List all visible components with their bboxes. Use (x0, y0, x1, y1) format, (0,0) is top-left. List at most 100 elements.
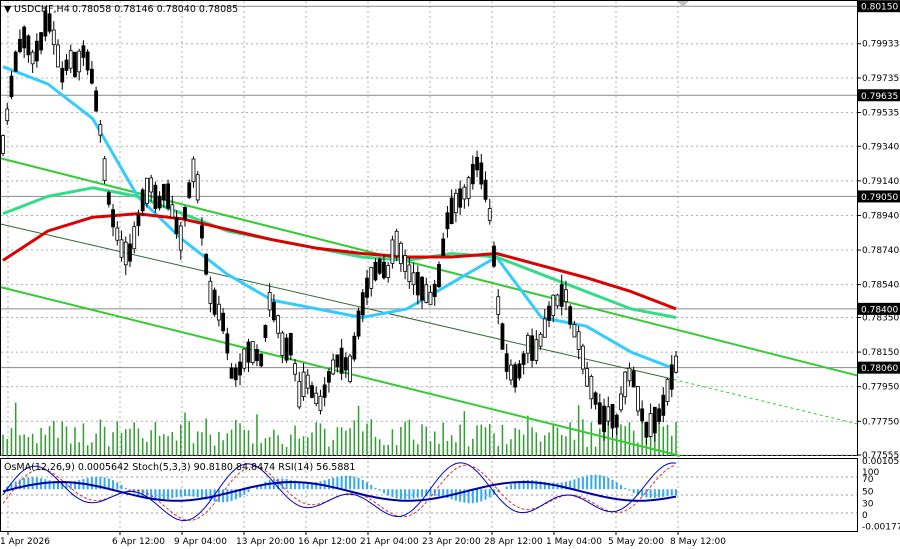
candle-body (102, 158, 107, 181)
osma-bar (116, 482, 119, 490)
candle-body (293, 363, 297, 375)
candle-body (606, 406, 611, 422)
price-level-label: 0.80150 (861, 3, 898, 13)
oscillator-tick-label: 50 (862, 487, 874, 497)
osma-bar (95, 476, 98, 490)
symbol-dropdown-icon[interactable]: ▼ (4, 4, 12, 15)
candle-body (627, 367, 632, 382)
osma-bar (581, 476, 584, 490)
osma-bar (611, 479, 614, 490)
osma-bar (577, 477, 580, 490)
osma-bar (412, 489, 415, 499)
osma-bar (175, 489, 178, 498)
candle-body (310, 385, 314, 398)
osma-bar (366, 482, 369, 490)
candle-body (470, 163, 475, 185)
candle-body (195, 174, 200, 201)
candle-body (242, 348, 247, 369)
osma-bar (404, 489, 407, 500)
candle-body (500, 323, 505, 350)
candle-body (132, 226, 137, 250)
osma-bar (44, 479, 47, 490)
osma-bar (188, 489, 191, 497)
osma-bar (653, 489, 656, 498)
candle-body (475, 156, 479, 171)
candle-body (534, 339, 539, 362)
candle-body (445, 212, 450, 230)
candle-body (30, 51, 35, 65)
osma-bar (285, 479, 288, 490)
candle-body (483, 179, 488, 200)
y-tick-label: 0.79140 (862, 177, 899, 187)
candle-body (623, 371, 628, 398)
candle-body (669, 364, 674, 390)
candle-body (610, 404, 615, 429)
osma-bar (370, 485, 373, 490)
candle-body (267, 292, 272, 311)
osma-bar (179, 489, 182, 497)
osma-bar (598, 475, 601, 490)
candle-body (183, 207, 187, 220)
candle-body (297, 381, 302, 408)
candle-body (466, 177, 471, 200)
osma-bar (675, 489, 677, 496)
osma-bar (408, 489, 411, 499)
candle-body (411, 272, 416, 286)
y-tick-label: 0.78150 (862, 348, 899, 358)
candle-body (89, 68, 94, 84)
candle-body (68, 50, 73, 69)
candle-body (81, 45, 86, 58)
candle-body (208, 280, 213, 304)
candle-body (191, 158, 196, 183)
oscillator-tick-label: 0.00105 (862, 457, 899, 467)
y-tick-label: 0.79340 (862, 142, 899, 152)
candle-body (161, 183, 166, 201)
osma-bar (353, 476, 356, 490)
y-tick-label: 0.78940 (862, 211, 899, 221)
osma-bar (23, 478, 26, 490)
candle-body (246, 341, 251, 363)
osma-bar (167, 489, 170, 500)
osma-bar (459, 489, 462, 502)
candle-body (119, 239, 124, 258)
candle-body (449, 197, 454, 225)
candle-body (157, 195, 162, 209)
candle-body (661, 394, 666, 416)
osma-bar (327, 479, 330, 490)
osma-bar (514, 482, 517, 490)
candle-body (657, 408, 661, 422)
candle-body (174, 217, 179, 235)
candle-body (348, 355, 352, 382)
osma-bar (391, 489, 394, 498)
osma-bar (112, 480, 115, 490)
candle-body (26, 35, 31, 56)
candle-body (496, 296, 501, 315)
candle-body (259, 353, 264, 367)
osma-bar (666, 489, 669, 497)
osma-bar (603, 476, 606, 490)
osma-bar (586, 475, 589, 490)
osma-bar (124, 487, 127, 490)
candle-body (123, 241, 128, 266)
osma-bar (590, 474, 593, 490)
candle-body (674, 355, 678, 373)
osma-bar (416, 489, 419, 498)
candle-body (415, 271, 420, 296)
candle-body (652, 406, 657, 434)
candle-body (73, 51, 77, 77)
candle-body (648, 413, 653, 437)
candle-body (305, 374, 310, 389)
x-tick-label: 8 May 12:00 (670, 537, 726, 547)
osma-bar (200, 489, 203, 499)
candle-body (339, 347, 344, 374)
usdchf-h4-chart: 0.801500.796350.790500.784000.78060 0.79… (0, 0, 900, 549)
candle-body (432, 283, 437, 297)
y-tick-label: 0.78540 (862, 281, 899, 291)
candle-body (200, 225, 204, 239)
candle-body (229, 367, 234, 379)
osma-bar (628, 489, 631, 491)
candle-body (111, 209, 115, 228)
candle-body (640, 408, 645, 422)
candle-body (187, 182, 192, 198)
osma-bar (488, 489, 491, 498)
